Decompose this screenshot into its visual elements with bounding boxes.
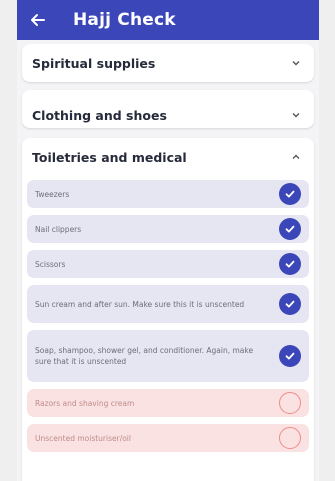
item-label: Sun cream and after sun. Make sure this …	[35, 299, 245, 309]
page-title: Hajj Check	[73, 10, 176, 30]
checkbox-unchecked[interactable]	[279, 392, 301, 414]
checklist-item[interactable]: Soap, shampoo, shower gel, and condition…	[27, 330, 309, 382]
section-header[interactable]: Toiletries and medical	[22, 138, 314, 176]
app-bar: Hajj Check	[17, 0, 319, 40]
item-label: Tweezers	[35, 189, 70, 199]
section-title: Toiletries and medical	[32, 149, 187, 165]
section-title: Spiritual supplies	[32, 55, 156, 71]
section-header[interactable]: Clothing and shoes	[22, 96, 314, 134]
arrow-left-icon	[31, 14, 45, 26]
item-label: Soap, shampoo, shower gel, and condition…	[35, 346, 254, 366]
checkbox-checked[interactable]	[279, 293, 301, 315]
section-header[interactable]: Spiritual supplies	[22, 44, 314, 82]
checklist-item[interactable]: Sun cream and after sun. Make sure this …	[27, 285, 309, 323]
back-button[interactable]	[27, 9, 49, 31]
checklist-item[interactable]: Nail clippers	[27, 215, 309, 243]
section-toiletries-and-medical: Toiletries and medical Tweezers Nail cli…	[22, 138, 314, 481]
item-label: Razors and shaving cream	[35, 398, 135, 408]
section-spiritual-supplies[interactable]: Spiritual supplies	[22, 44, 314, 82]
checkbox-checked[interactable]	[279, 253, 301, 275]
section-clothing-and-shoes[interactable]: Clothing and shoes	[22, 90, 314, 128]
checklist-content: Spiritual supplies Clothing and shoes To…	[17, 40, 319, 481]
chevron-down-icon	[290, 57, 302, 69]
section-title: Clothing and shoes	[32, 107, 167, 123]
check-icon	[285, 300, 295, 308]
checklist-item[interactable]: Tweezers	[27, 180, 309, 208]
item-label: Scissors	[35, 259, 66, 269]
checkbox-unchecked[interactable]	[279, 427, 301, 449]
chevron-up-icon	[290, 151, 302, 163]
checkbox-checked[interactable]	[279, 218, 301, 240]
checklist-item[interactable]: Scissors	[27, 250, 309, 278]
checkbox-checked[interactable]	[279, 345, 301, 367]
check-icon	[285, 225, 295, 233]
checklist-item[interactable]: Razors and shaving cream	[27, 389, 309, 417]
check-icon	[285, 352, 295, 360]
item-label: Unscented moisturiser/oil	[35, 433, 131, 443]
checkbox-checked[interactable]	[279, 183, 301, 205]
chevron-down-icon	[290, 109, 302, 121]
check-icon	[285, 190, 295, 198]
checklist-item[interactable]: Unscented moisturiser/oil	[27, 424, 309, 452]
check-icon	[285, 260, 295, 268]
item-label: Nail clippers	[35, 224, 82, 234]
